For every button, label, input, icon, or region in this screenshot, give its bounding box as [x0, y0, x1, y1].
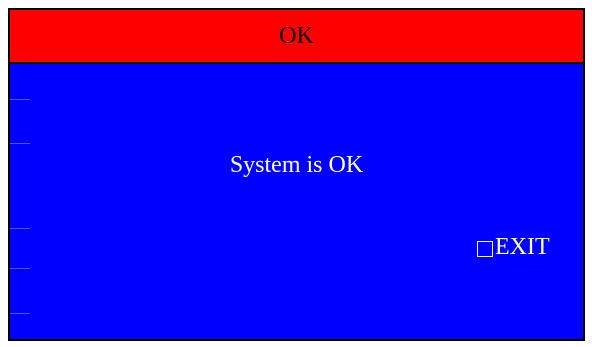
- checkbox-icon: [477, 240, 493, 257]
- status-message: System is OK: [229, 152, 364, 178]
- edge-tick: [10, 99, 30, 100]
- exit-label: EXIT: [495, 234, 550, 260]
- status-dialog: OK System is OK EXIT: [8, 8, 585, 341]
- edge-tick: [10, 268, 30, 269]
- title-bar: OK: [10, 10, 583, 64]
- edge-tick: [10, 313, 30, 314]
- exit-button[interactable]: EXIT: [477, 234, 550, 261]
- edge-tick: [10, 228, 30, 229]
- dialog-content: System is OK EXIT: [10, 64, 583, 339]
- edge-tick: [10, 143, 30, 144]
- dialog-title: OK: [279, 22, 314, 49]
